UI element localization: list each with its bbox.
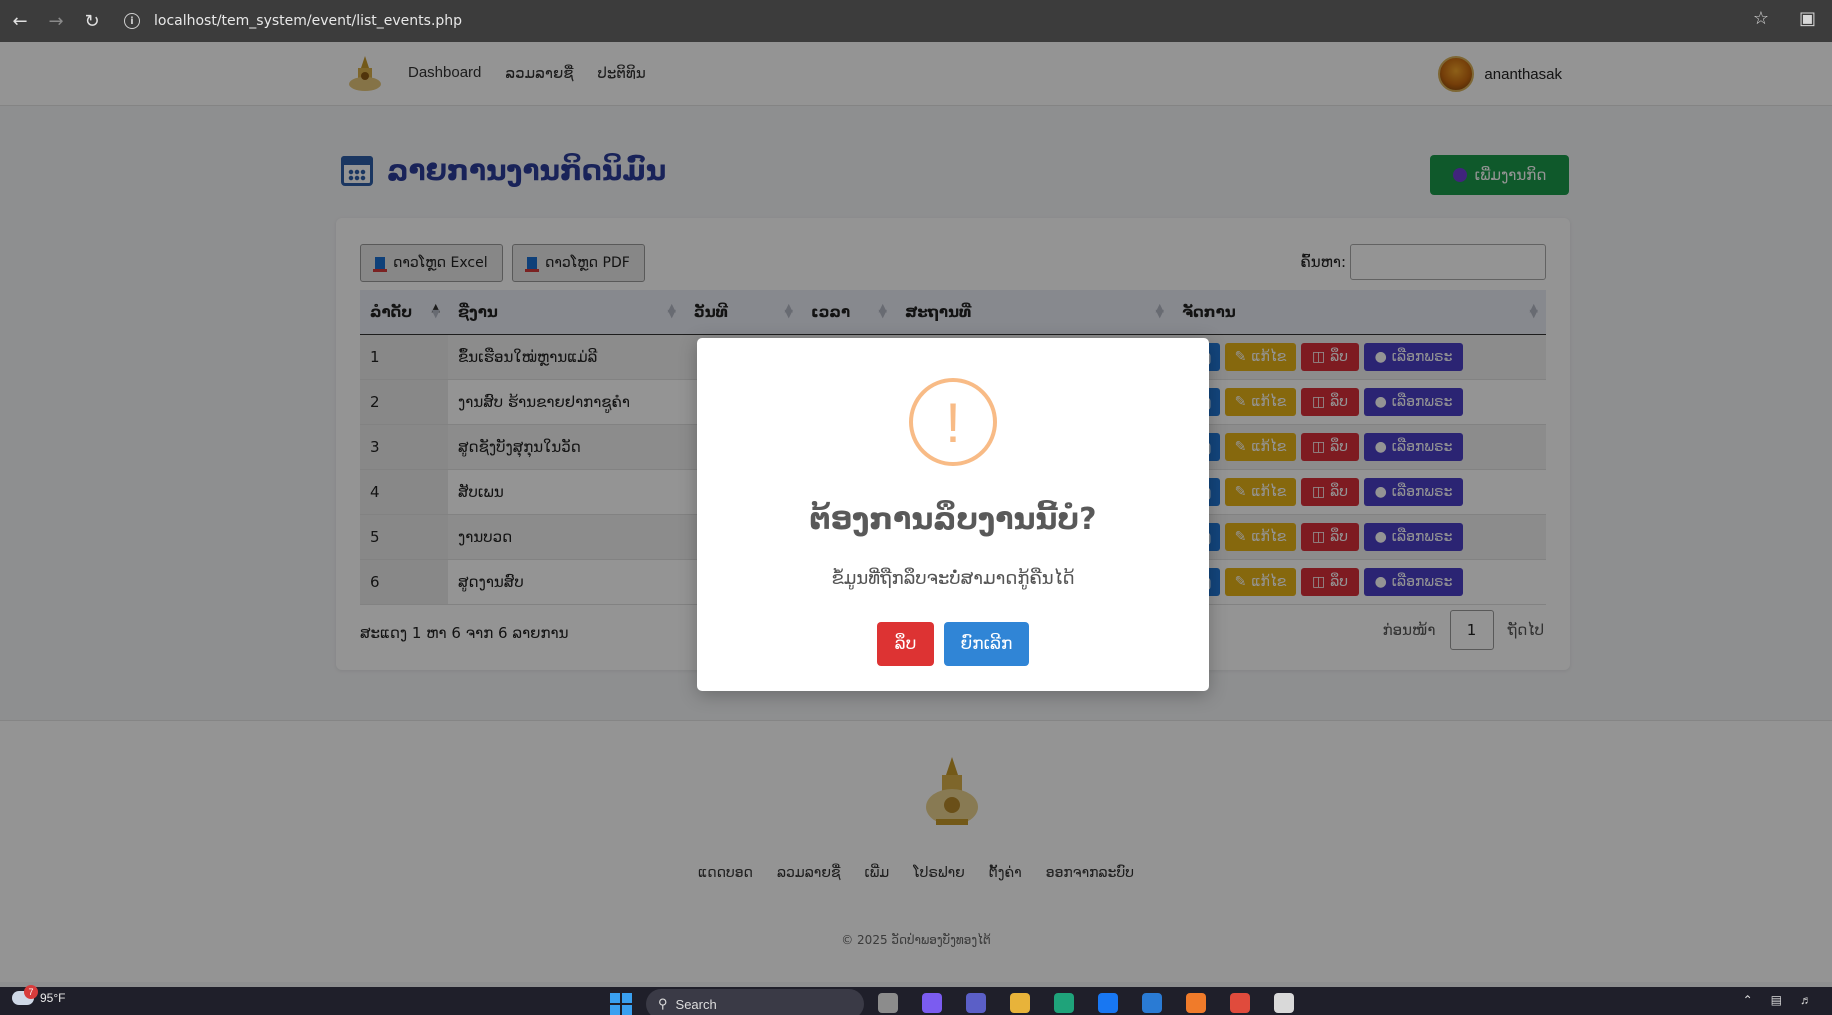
dialog-title: ຕ້ອງການລຶບງານນີ້ບໍ? [809, 502, 1097, 537]
xampp-icon[interactable] [1186, 993, 1206, 1013]
folder-icon[interactable] [1010, 993, 1030, 1013]
weather-badge: 7 [24, 985, 38, 999]
weather-temp: 95°F [40, 991, 66, 1005]
site-info-icon[interactable]: i [124, 13, 140, 29]
taskbar-search-label: Search [675, 996, 717, 1012]
dialog-text: ຂໍ້ມູນທີ່ຖືກລຶບຈະບໍ່ສາມາດກູ້ຄືນໄດ້ [831, 568, 1075, 589]
edge-icon[interactable] [1054, 993, 1074, 1013]
os-taskbar: 7 95°F ⚲ Search ⌃ ▤ ♬ [0, 985, 1832, 1015]
file-icon[interactable] [878, 993, 898, 1013]
volume-icon[interactable]: ♬ [1800, 993, 1812, 1007]
reload-icon[interactable]: ↻ [76, 5, 108, 37]
warning-icon: ! [909, 378, 997, 466]
cancel-button[interactable]: ຍົກເລີກ [944, 622, 1029, 666]
cloud-icon: 7 [12, 985, 38, 1005]
address-bar[interactable]: i localhost/tem_system/event/list_events… [112, 4, 1752, 38]
delete-confirm-dialog: ! ຕ້ອງການລຶບງານນີ້ບໍ? ຂໍ້ມູນທີ່ຖືກລຶບຈະບ… [697, 338, 1209, 691]
windows-start-icon[interactable] [610, 993, 632, 1015]
bookmark-star-icon[interactable]: ☆ [1753, 8, 1769, 29]
search-icon: ⚲ [658, 996, 668, 1011]
url-text: localhost/tem_system/event/list_events.p… [154, 13, 463, 29]
teams-icon[interactable] [966, 993, 986, 1013]
forward-icon[interactable]: → [40, 5, 72, 37]
chevron-up-icon[interactable]: ⌃ [1743, 993, 1753, 1007]
extensions-icon[interactable]: ▣ [1799, 8, 1816, 29]
copilot-icon[interactable] [922, 993, 942, 1013]
back-icon[interactable]: ← [4, 5, 36, 37]
weather-widget[interactable]: 7 95°F [12, 985, 66, 1005]
calendar-app-icon[interactable] [1274, 993, 1294, 1013]
network-icon[interactable]: ▤ [1771, 993, 1782, 1007]
chrome-icon[interactable] [1230, 993, 1250, 1013]
browser-toolbar: ← → ↻ i localhost/tem_system/event/list_… [0, 0, 1832, 42]
confirm-delete-button[interactable]: ລຶບ [877, 622, 934, 666]
taskbar-search[interactable]: ⚲ Search [646, 989, 864, 1015]
facebook-icon[interactable] [1098, 993, 1118, 1013]
vscode-icon[interactable] [1142, 993, 1162, 1013]
